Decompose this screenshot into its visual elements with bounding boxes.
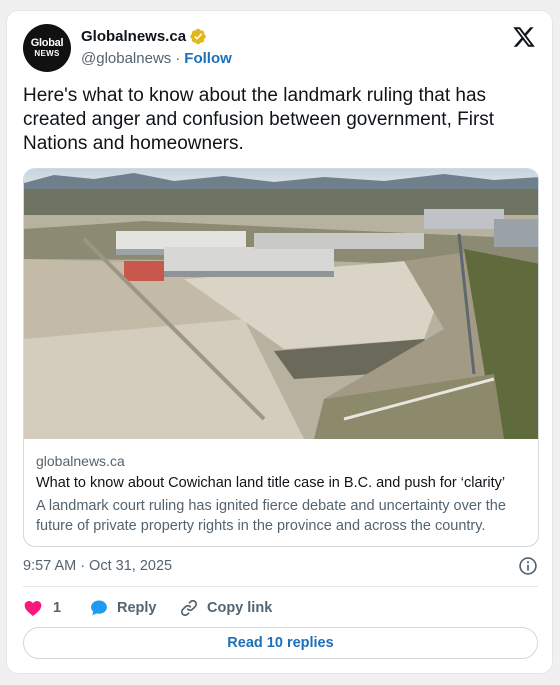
name-row: Globalnews.ca [81,28,207,45]
action-bar: 1 Reply Copy link [23,596,538,620]
like-button[interactable]: 1 [23,596,61,620]
handle-separator: · [175,50,181,67]
copy-link-button[interactable]: Copy link [179,596,272,620]
tweet-header: Global NEWS Globalnews.ca @globalnews · … [23,23,538,73]
link-preview-card[interactable]: globalnews.ca What to know about Cowicha… [23,168,539,547]
link-title[interactable]: What to know about Cowichan land title c… [36,475,528,491]
tweet-embed-card: Global NEWS Globalnews.ca @globalnews · … [6,10,553,674]
x-logo-icon[interactable] [512,25,536,49]
info-icon[interactable] [518,556,538,576]
reply-bubble-icon [91,600,107,616]
like-count: 1 [53,600,62,616]
link-domain: globalnews.ca [36,453,125,469]
link-icon [180,599,198,617]
article-image[interactable] [24,169,539,439]
link-description: A landmark court ruling has ignited fier… [36,498,506,534]
timestamp-separator: · [80,558,86,574]
tweet-date[interactable]: Oct 31, 2025 [89,558,172,574]
handle-row: @globalnews · Follow [81,50,232,67]
avatar[interactable]: Global NEWS [23,24,71,72]
follow-link[interactable]: Follow [184,50,232,67]
display-name[interactable]: Globalnews.ca [81,28,186,45]
tweet-text: Here's what to know about the landmark r… [23,85,495,154]
read-replies-button[interactable]: Read 10 replies [23,627,538,659]
heart-icon [24,601,42,616]
divider [23,586,538,587]
verified-badge-icon [190,28,206,45]
reply-label: Reply [117,600,157,616]
avatar-logo-line1: Global [30,37,64,49]
tweet-time[interactable]: 9:57 AM [23,558,76,574]
handle[interactable]: @globalnews [81,50,171,67]
copy-link-label: Copy link [207,600,273,616]
avatar-logo-line2: NEWS [34,49,60,58]
timestamp-row: 9:57 AM · Oct 31, 2025 [23,556,538,576]
reply-button[interactable]: Reply [89,596,157,620]
